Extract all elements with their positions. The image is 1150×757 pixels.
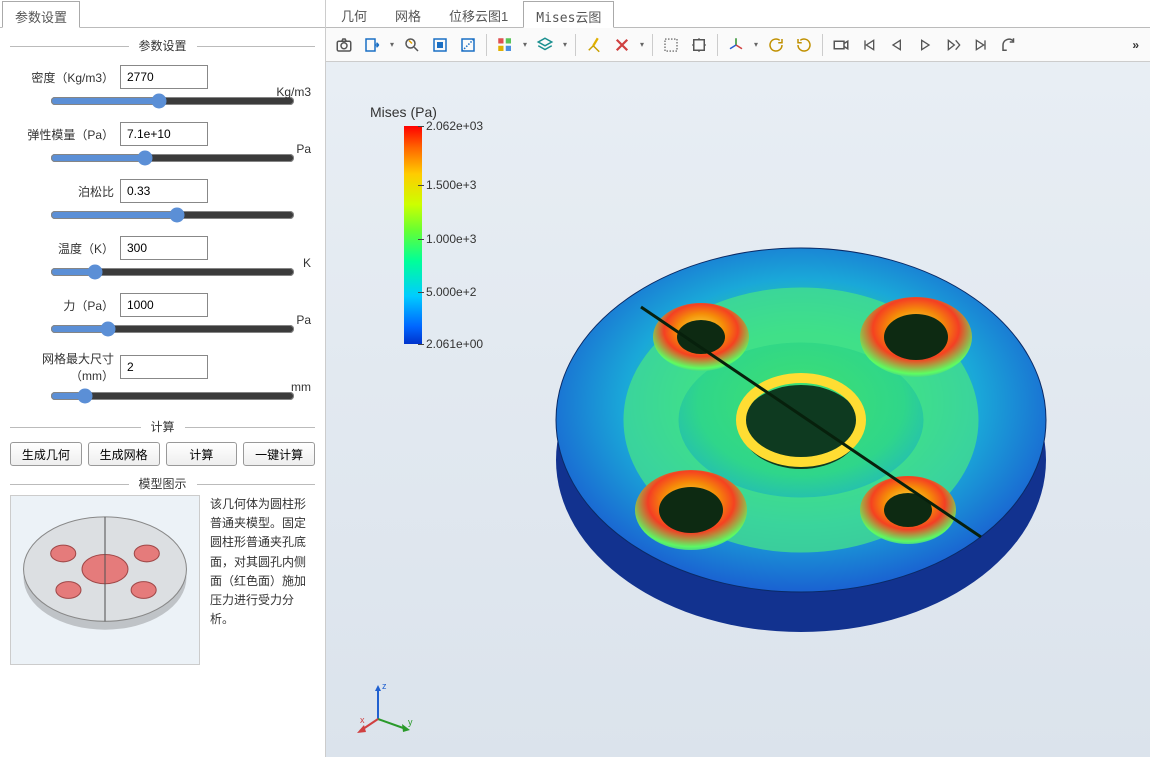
group-calc-legend: 计算 bbox=[140, 418, 184, 435]
legend-tick: 1.000e+3 bbox=[426, 232, 476, 246]
mesh-label: 网格最大尺寸（mm） bbox=[10, 350, 120, 384]
group-calc: 计算 生成几何 生成网格 计算 一键计算 bbox=[10, 427, 315, 466]
gen-geom-button[interactable]: 生成几何 bbox=[10, 442, 82, 466]
delete-icon[interactable] bbox=[610, 33, 634, 57]
force-slider[interactable] bbox=[50, 321, 295, 337]
fit-icon[interactable] bbox=[687, 33, 711, 57]
export-dropdown-icon[interactable]: ▾ bbox=[388, 40, 396, 49]
tab-param-settings[interactable]: 参数设置 bbox=[2, 1, 80, 28]
tab-displacement[interactable]: 位移云图1 bbox=[436, 0, 521, 27]
legend-tick: 5.000e+2 bbox=[426, 285, 476, 299]
group-params: 参数设置 密度（Kg/m3） Kg/m3 弹性模量（Pa） Pa 泊松比 bbox=[10, 46, 315, 409]
layers-icon[interactable] bbox=[533, 33, 557, 57]
temp-unit: K bbox=[303, 256, 315, 270]
play-icon[interactable] bbox=[913, 33, 937, 57]
legend-title: Mises (Pa) bbox=[364, 104, 437, 120]
mesh-input[interactable] bbox=[120, 355, 208, 379]
last-icon[interactable] bbox=[969, 33, 993, 57]
onekey-button[interactable]: 一键计算 bbox=[243, 442, 315, 466]
legend-colorbar bbox=[404, 126, 422, 344]
loop-icon[interactable] bbox=[997, 33, 1021, 57]
density-unit: Kg/m3 bbox=[276, 85, 315, 99]
model-thumbnail bbox=[10, 495, 200, 665]
left-panel: 参数设置 参数设置 密度（Kg/m3） Kg/m3 弹性模量（Pa） Pa bbox=[0, 0, 326, 757]
prev-icon[interactable] bbox=[885, 33, 909, 57]
tab-mises[interactable]: Mises云图 bbox=[523, 1, 614, 28]
rotate-cw-icon[interactable] bbox=[764, 33, 788, 57]
density-slider[interactable] bbox=[50, 93, 295, 109]
export-icon[interactable] bbox=[360, 33, 384, 57]
axis-x-label: x bbox=[360, 715, 365, 725]
emod-input[interactable] bbox=[120, 122, 208, 146]
gen-mesh-button[interactable]: 生成网格 bbox=[88, 442, 160, 466]
temp-label: 温度（K） bbox=[10, 240, 120, 257]
force-label: 力（Pa） bbox=[10, 297, 120, 314]
mesh-slider[interactable] bbox=[50, 388, 295, 404]
axis-y-label: y bbox=[408, 717, 413, 727]
legend-tick: 2.061e+00 bbox=[426, 337, 483, 351]
axis-icon[interactable] bbox=[724, 33, 748, 57]
tab-geometry[interactable]: 几何 bbox=[328, 0, 380, 27]
crop-icon[interactable] bbox=[659, 33, 683, 57]
right-tabrow: 几何 网格 位移云图1 Mises云图 bbox=[326, 0, 1150, 28]
force-unit: Pa bbox=[296, 313, 315, 327]
temp-input[interactable] bbox=[120, 236, 208, 260]
temp-slider[interactable] bbox=[50, 264, 295, 280]
result-3d-model[interactable] bbox=[536, 162, 1066, 692]
right-panel: 几何 网格 位移云图1 Mises云图 ▾ ▾ ▾ ▾ ▾ bbox=[326, 0, 1150, 757]
select-box-icon[interactable] bbox=[428, 33, 452, 57]
viewport-toolbar: ▾ ▾ ▾ ▾ ▾ » bbox=[326, 28, 1150, 62]
select-region-icon[interactable] bbox=[456, 33, 480, 57]
emod-slider[interactable] bbox=[50, 150, 295, 166]
emod-unit: Pa bbox=[296, 142, 315, 156]
force-input[interactable] bbox=[120, 293, 208, 317]
zoom-icon[interactable] bbox=[400, 33, 424, 57]
layers-dropdown-icon[interactable]: ▾ bbox=[561, 40, 569, 49]
toolbar-more-icon[interactable]: » bbox=[1128, 38, 1144, 52]
density-input[interactable] bbox=[120, 65, 208, 89]
poisson-slider[interactable] bbox=[50, 207, 295, 223]
legend-tick: 1.500e+3 bbox=[426, 178, 476, 192]
clear-icon[interactable] bbox=[582, 33, 606, 57]
group-model-legend: 模型图示 bbox=[128, 475, 196, 492]
delete-dropdown-icon[interactable]: ▾ bbox=[638, 40, 646, 49]
axis-triad[interactable]: z y x bbox=[358, 675, 418, 735]
camera-icon[interactable] bbox=[332, 33, 356, 57]
poisson-input[interactable] bbox=[120, 179, 208, 203]
next-icon[interactable] bbox=[941, 33, 965, 57]
poisson-label: 泊松比 bbox=[10, 183, 120, 200]
tab-mesh[interactable]: 网格 bbox=[382, 0, 434, 27]
legend-tick: 2.062e+03 bbox=[426, 119, 483, 133]
compute-button[interactable]: 计算 bbox=[166, 442, 238, 466]
rec-start-icon[interactable] bbox=[829, 33, 853, 57]
emod-label: 弹性模量（Pa） bbox=[10, 126, 120, 143]
components-dropdown-icon[interactable]: ▾ bbox=[521, 40, 529, 49]
first-icon[interactable] bbox=[857, 33, 881, 57]
left-tabrow: 参数设置 bbox=[0, 0, 325, 28]
group-params-legend: 参数设置 bbox=[128, 37, 196, 54]
legend: Mises (Pa) 2.062e+031.500e+31.000e+35.00… bbox=[364, 104, 437, 344]
viewport[interactable]: Mises (Pa) 2.062e+03 1.500e+3 1.000e+3 5.00… bbox=[326, 62, 1150, 757]
axis-dropdown-icon[interactable]: ▾ bbox=[752, 40, 760, 49]
components-icon[interactable] bbox=[493, 33, 517, 57]
density-label: 密度（Kg/m3） bbox=[10, 69, 120, 86]
axis-z-label: z bbox=[382, 681, 387, 691]
rotate-ccw-icon[interactable] bbox=[792, 33, 816, 57]
model-description: 该几何体为圆柱形普通夹模型。固定圆柱形普通夹孔底面，对其圆孔内侧面（红色面）施加… bbox=[210, 495, 315, 629]
group-model: 模型图示 该几何体为圆柱形 bbox=[10, 484, 315, 665]
mesh-unit: mm bbox=[291, 380, 315, 394]
